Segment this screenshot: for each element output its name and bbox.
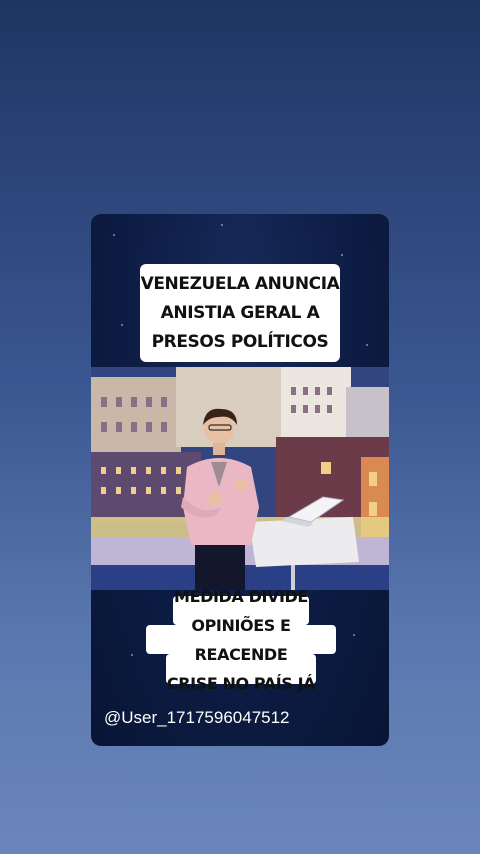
star — [121, 324, 123, 326]
news-scene-illustration — [91, 367, 389, 590]
star — [221, 224, 223, 226]
star — [366, 344, 368, 346]
subheadline-box: MEDIDA DIVIDE OPINIÕES E REACENDE CRISE … — [146, 587, 336, 693]
star — [113, 234, 115, 236]
story-card[interactable]: VENEZUELA ANUNCIA ANISTIA GERAL A PRESOS… — [91, 214, 389, 746]
star — [131, 654, 133, 656]
headline-text: VENEZUELA ANUNCIA ANISTIA GERAL A PRESOS… — [140, 273, 340, 352]
news-scene-image — [91, 367, 389, 590]
headline-box: VENEZUELA ANUNCIA ANISTIA GERAL A PRESOS… — [140, 264, 340, 362]
star — [353, 634, 355, 636]
subheadline-text: MEDIDA DIVIDE OPINIÕES E REACENDE CRISE … — [166, 587, 316, 693]
username-label[interactable]: @User_1717596047512 — [104, 708, 290, 728]
star — [341, 254, 343, 256]
screen: { "post": { "headline": "VENEZUELA ANUNC… — [0, 0, 480, 854]
